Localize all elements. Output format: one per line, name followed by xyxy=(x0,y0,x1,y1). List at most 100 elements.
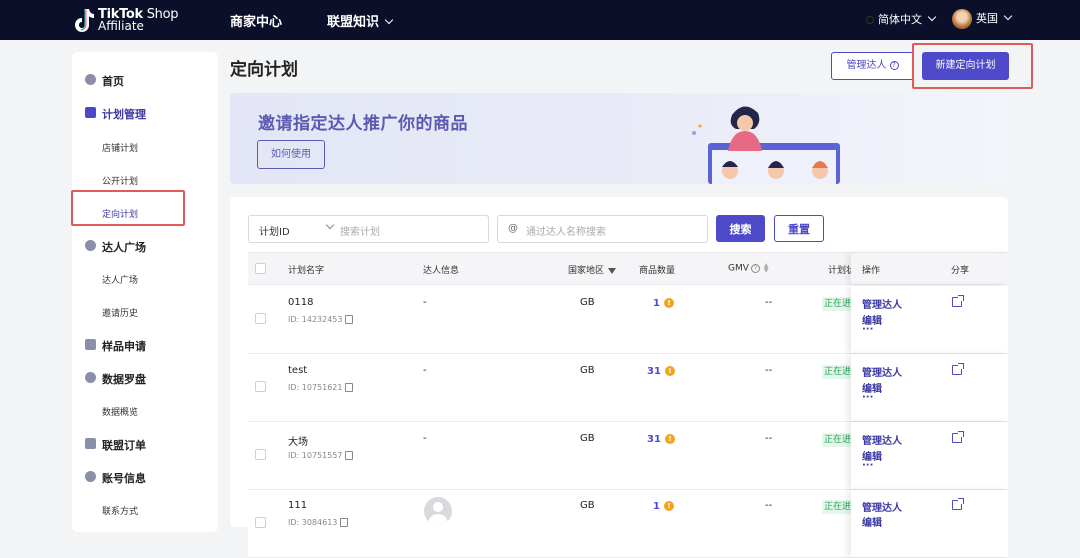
row-checkbox[interactable] xyxy=(255,313,266,324)
edit-link[interactable]: 编辑 xyxy=(862,514,882,529)
region-value: GB xyxy=(580,500,595,511)
how-to-use-button[interactable]: 如何使用 xyxy=(257,140,325,169)
tiktok-shop-affiliate-logo[interactable]: TikTok Shop Affiliate xyxy=(74,5,184,35)
product-count-value: 31 xyxy=(647,434,661,445)
sidebar-item-data-compass[interactable]: 数据罗盘 xyxy=(72,371,218,387)
share-external-link-icon[interactable] xyxy=(952,498,964,510)
table-row: 大场 ID: 10751557 - GB 31! -- 正在进行 管理达人 编辑… xyxy=(248,422,1008,490)
sidebar-item-label: 计划管理 xyxy=(102,108,146,121)
manage-creators-link[interactable]: 管理达人 xyxy=(862,364,902,379)
language-label: 简体中文 xyxy=(878,13,922,26)
share-external-link-icon[interactable] xyxy=(952,363,964,375)
sidebar-item-label: 样品申请 xyxy=(102,340,146,353)
more-actions-button[interactable]: ··· xyxy=(862,392,873,403)
plan-id-text: ID: 10751557 xyxy=(288,451,343,460)
chevron-down-icon xyxy=(927,12,937,22)
header-share: 分享 xyxy=(951,266,970,276)
plan-search-placeholder[interactable]: 搜索计划 xyxy=(340,223,380,238)
nav-merchant-center[interactable]: 商家中心 xyxy=(230,11,282,30)
plan-id: ID: 14232453 xyxy=(288,315,354,324)
region-value: GB xyxy=(580,297,595,308)
copy-icon[interactable] xyxy=(345,383,354,392)
search-field-select[interactable]: 计划ID 搜索计划 xyxy=(248,215,489,243)
compass-icon xyxy=(85,372,96,383)
plan-id-text: ID: 10751621 xyxy=(288,383,343,392)
sidebar: 首页 计划管理 店铺计划 公开计划 定向计划 达人广场 达人广场 邀请历史 样品… xyxy=(72,52,218,532)
row-checkbox[interactable] xyxy=(255,517,266,528)
manage-creators-link[interactable]: 管理达人 xyxy=(862,499,902,514)
page-title: 定向计划 xyxy=(230,60,298,80)
sidebar-item-contact[interactable]: 联系方式 xyxy=(72,504,218,517)
creator-search-input[interactable]: @ 通过达人名称搜索 xyxy=(497,215,708,243)
header-gmv-label: GMV xyxy=(728,263,749,274)
order-icon xyxy=(85,438,96,449)
copy-icon[interactable] xyxy=(340,518,349,527)
list-icon xyxy=(85,107,96,118)
header-gmv[interactable]: GMV? ▲ ▼ xyxy=(728,263,769,274)
copy-icon[interactable] xyxy=(345,451,354,460)
product-count[interactable]: 1! xyxy=(653,501,674,512)
product-count[interactable]: 31! xyxy=(647,434,675,445)
region-value: GB xyxy=(580,433,595,444)
promo-banner: 邀请指定达人推广你的商品 如何使用 xyxy=(230,93,1008,184)
country-label: 英国 xyxy=(976,12,998,25)
avatar xyxy=(952,9,972,29)
product-count-value: 1 xyxy=(653,501,660,512)
sidebar-item-invite-history[interactable]: 邀请历史 xyxy=(72,306,218,319)
sidebar-item-label: 账号信息 xyxy=(102,472,146,485)
tiktok-note-icon xyxy=(75,9,94,32)
search-person-icon xyxy=(85,240,96,251)
sidebar-item-creator-square[interactable]: 达人广场 xyxy=(72,239,218,255)
share-external-link-icon[interactable] xyxy=(952,431,964,443)
sidebar-item-creator-square-sub[interactable]: 达人广场 xyxy=(72,273,218,286)
manage-creators-link[interactable]: 管理达人 xyxy=(862,296,902,311)
language-selector[interactable]: 简体中文 xyxy=(866,11,937,27)
logo-text-line2: Affiliate xyxy=(98,19,144,33)
plan-id-text: ID: 14232453 xyxy=(288,315,343,324)
reset-button[interactable]: 重置 xyxy=(774,215,824,242)
select-value: 计划ID xyxy=(259,227,290,238)
creators-illustration-icon xyxy=(692,106,840,184)
product-count-value: 1 xyxy=(653,298,660,309)
sidebar-item-shop-plan[interactable]: 店铺计划 xyxy=(72,141,218,154)
manage-creators-button[interactable]: 管理达人? xyxy=(831,52,914,80)
nav-affiliate-knowledge[interactable]: 联盟知识 xyxy=(327,11,394,30)
row-checkbox[interactable] xyxy=(255,449,266,460)
sidebar-item-sample-request[interactable]: 样品申请 xyxy=(72,338,218,354)
top-navigation-bar: TikTok Shop Affiliate 商家中心 联盟知识 简体中文 英国 xyxy=(0,0,1080,40)
sidebar-item-plan-management[interactable]: 计划管理 xyxy=(72,106,218,122)
status-badge: 正在进行 xyxy=(822,365,852,379)
product-count[interactable]: 31! xyxy=(647,366,675,377)
manage-creators-label: 管理达人 xyxy=(846,60,887,71)
sidebar-item-data-overview[interactable]: 数据概览 xyxy=(72,405,218,418)
row-checkbox[interactable] xyxy=(255,381,266,392)
status-badge: 正在进行 xyxy=(822,433,852,447)
table-row: 111 ID: 3084613 GB 1! -- 正在进行 管理达人 编辑 xyxy=(248,490,1008,558)
creator-info: - xyxy=(423,297,427,308)
sidebar-item-label: 联盟订单 xyxy=(102,439,146,452)
account-country-menu[interactable]: 英国 xyxy=(952,8,1013,30)
warning-icon: ! xyxy=(663,501,674,511)
manage-creators-link[interactable]: 管理达人 xyxy=(862,432,902,447)
copy-icon[interactable] xyxy=(345,315,354,324)
search-button[interactable]: 搜索 xyxy=(716,215,765,242)
plan-name: 大场 xyxy=(288,437,308,448)
plan-id: ID: 3084613 xyxy=(288,518,349,527)
sidebar-item-public-plan[interactable]: 公开计划 xyxy=(72,174,218,187)
sidebar-item-home[interactable]: 首页 xyxy=(72,73,218,89)
header-region[interactable]: 国家地区 xyxy=(568,263,617,276)
select-all-checkbox[interactable] xyxy=(255,263,266,274)
product-count[interactable]: 1! xyxy=(653,298,674,309)
more-actions-button[interactable]: ··· xyxy=(862,460,873,471)
more-actions-button[interactable]: ··· xyxy=(862,324,873,335)
header-creator-info: 达人信息 xyxy=(423,266,460,276)
share-external-link-icon[interactable] xyxy=(952,295,964,307)
sort-icon: ▲ ▼ xyxy=(763,262,769,274)
creator-avatar[interactable] xyxy=(424,497,452,525)
row-fixed-columns: 管理达人 编辑 ··· xyxy=(851,286,1008,353)
package-icon xyxy=(85,339,96,350)
sidebar-item-affiliate-orders[interactable]: 联盟订单 xyxy=(72,437,218,453)
nav-affiliate-knowledge-label: 联盟知识 xyxy=(327,15,380,30)
sidebar-item-account-info[interactable]: 账号信息 xyxy=(72,470,218,486)
table-row: 0118 ID: 14232453 - GB 1! -- 正在进行 管理达人 编… xyxy=(248,286,1008,354)
